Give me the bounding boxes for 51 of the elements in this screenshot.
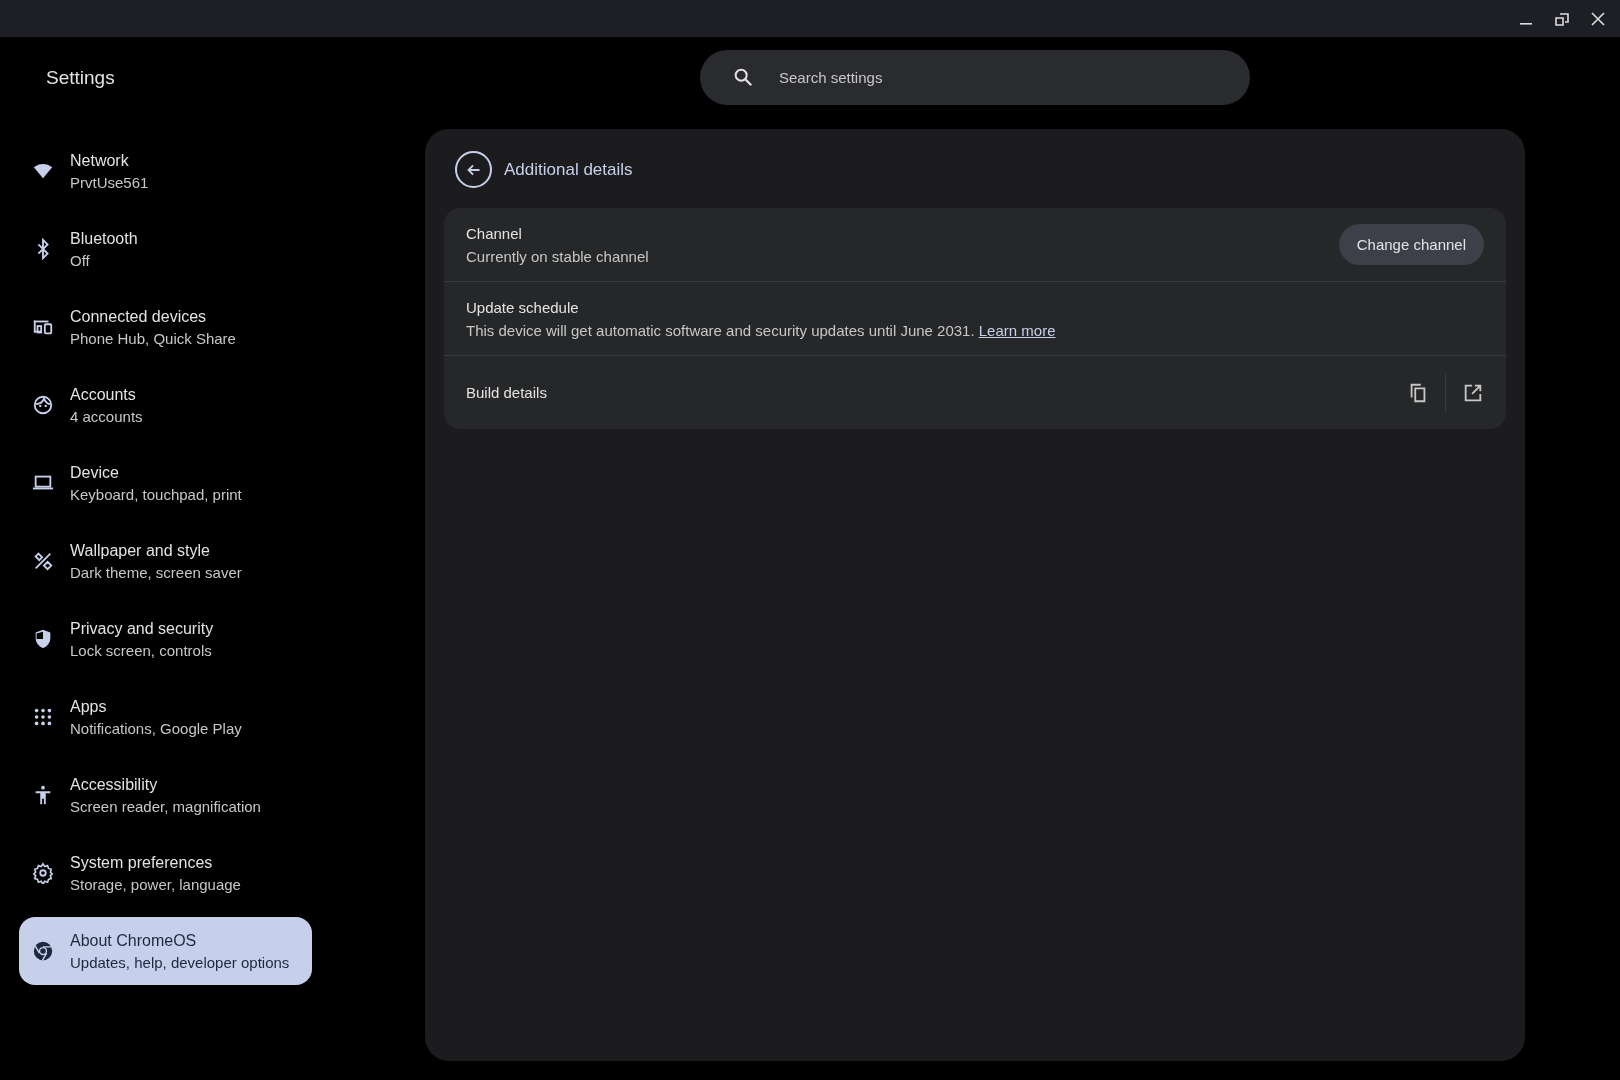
row-description: Currently on stable channel [466, 247, 649, 265]
item-sublabel: Notifications, Google Play [70, 719, 242, 737]
item-sublabel: Keyboard, touchpad, print [70, 485, 242, 503]
item-sublabel: PrvtUse561 [70, 173, 149, 191]
item-label: Network [70, 151, 130, 170]
item-sublabel: Storage, power, language [70, 875, 241, 893]
item-sublabel: Dark theme, screen saver [70, 563, 242, 581]
item-label: Accounts [70, 385, 137, 404]
sidebar-item[interactable]: Apps Notifications, Google Play [19, 683, 312, 751]
sidebar-item[interactable]: Connected devices Phone Hub, Quick Share [19, 293, 312, 361]
item-label: Apps [70, 697, 108, 716]
close-icon[interactable] [1590, 10, 1606, 27]
circle-logo-icon [32, 940, 54, 962]
sidebar-item[interactable]: Privacy and security Lock screen, controls [19, 605, 312, 673]
row-title: Channel [466, 224, 523, 242]
back-button[interactable] [455, 151, 492, 188]
search-icon [732, 66, 754, 88]
page-title: Additional details [504, 159, 633, 180]
item-sublabel: Lock screen, controls [70, 641, 213, 659]
sidebar-item[interactable]: About ChromeOS Updates, help, developer options [19, 917, 312, 985]
sidebar-item[interactable]: Device Keyboard, touchpad, print [19, 449, 312, 517]
sidebar-item[interactable]: Network PrvtUse561 [19, 137, 312, 205]
item-sublabel: Updates, help, developer options [70, 953, 290, 971]
gear-icon [32, 862, 54, 884]
row-description: This device will get automatic software and security updates until June 2031. Learn more [466, 321, 1056, 339]
face-icon [32, 394, 54, 416]
grid-icon [32, 706, 54, 728]
item-label: Accessibility [70, 775, 159, 794]
row-title: Build details [466, 384, 547, 401]
item-sublabel: Phone Hub, Quick Share [70, 329, 236, 347]
sidebar-item[interactable]: Accessibility Screen reader, magnification [19, 761, 312, 829]
row-title: Update schedule [466, 298, 580, 316]
item-sublabel: 4 accounts [70, 407, 143, 425]
sidebar-item[interactable]: Accounts 4 accounts [19, 371, 312, 439]
item-label: About ChromeOS [70, 931, 198, 950]
item-sublabel: Screen reader, magnification [70, 797, 261, 815]
restore-icon[interactable] [1554, 10, 1570, 27]
item-label: Bluetooth [70, 229, 138, 248]
sidebar-item[interactable]: Bluetooth Off [19, 215, 312, 283]
item-label: Device [70, 463, 120, 482]
item-label: Connected devices [70, 307, 208, 326]
search-field[interactable]: Search settings [700, 50, 1250, 105]
window-title: Settings [45, 66, 116, 89]
sidebar-item[interactable]: Wallpaper and style Dark theme, screen saver [19, 527, 312, 595]
change-channel-button[interactable]: Change channel [1338, 224, 1484, 265]
learn-more-link[interactable]: Learn more [978, 321, 1056, 339]
item-label: Privacy and security [70, 619, 214, 638]
item-label: Wallpaper and style [70, 541, 211, 560]
item-sublabel: Off [70, 251, 91, 269]
item-label: System preferences [70, 853, 214, 872]
sidebar-item[interactable]: System preferences Storage, power, language [19, 839, 312, 907]
